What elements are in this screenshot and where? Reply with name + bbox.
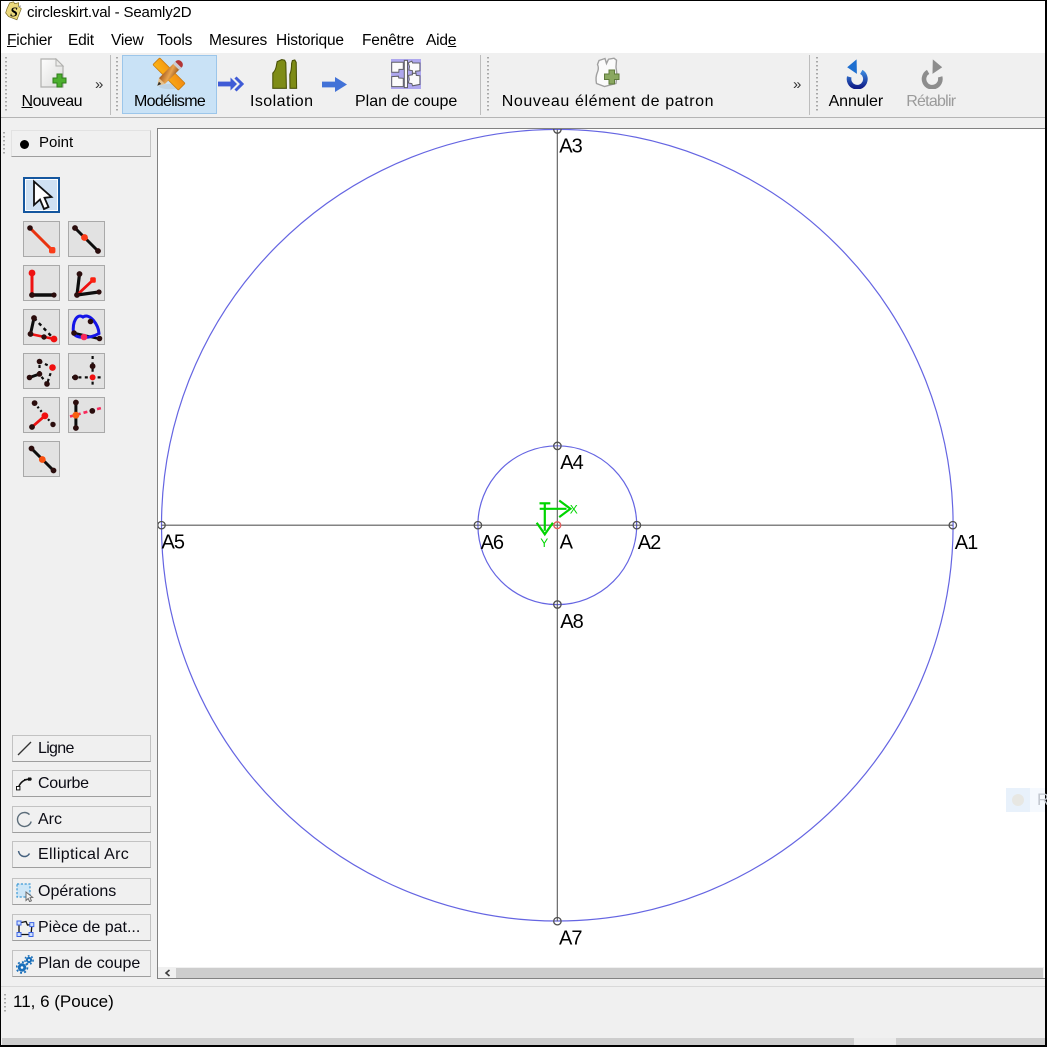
- svg-text:A4: A4: [560, 452, 583, 474]
- svg-text:A8: A8: [560, 611, 583, 633]
- svg-text:A5: A5: [162, 532, 185, 554]
- svg-text:A2: A2: [638, 532, 661, 554]
- svg-text:X: X: [570, 502, 578, 516]
- svg-text:A7: A7: [559, 928, 582, 950]
- svg-text:S: S: [10, 6, 18, 21]
- svg-text:A3: A3: [559, 135, 582, 157]
- svg-text:A6: A6: [481, 532, 504, 554]
- svg-text:A1: A1: [955, 532, 978, 554]
- svg-text:A: A: [560, 532, 574, 554]
- svg-text:Y: Y: [540, 536, 548, 550]
